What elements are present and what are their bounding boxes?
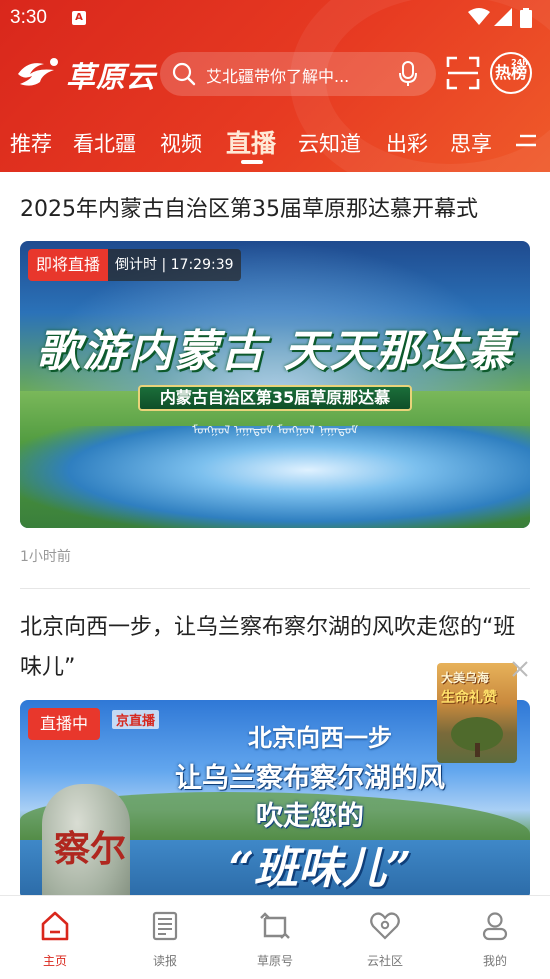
- nav-caoyuanhao[interactable]: 草原号: [220, 896, 330, 979]
- close-icon[interactable]: [511, 660, 529, 678]
- status-bar: 3:30 A: [0, 0, 550, 36]
- logo-swoosh-icon: [18, 58, 58, 86]
- active-tab-indicator: [241, 160, 263, 164]
- nav-newspaper[interactable]: 读报: [110, 896, 220, 979]
- live-now-label: 直播中: [28, 708, 101, 740]
- status-time: 3:30: [10, 7, 47, 28]
- community-heart-icon: [370, 912, 400, 940]
- home-icon: [41, 911, 69, 941]
- live-poster[interactable]: 歌游内蒙古 天天那达慕 内蒙古自治区第35届草原那达慕 ᠮᠣᠩᠭᠣᠯ ᠨᠠᠭᠠᠳ…: [20, 241, 530, 528]
- ad-line-1: 大美乌海: [441, 671, 490, 685]
- nav-home[interactable]: 主页: [0, 896, 110, 979]
- notification-icon: A: [72, 11, 86, 25]
- poster-headline: 歌游内蒙古 天天那达慕: [36, 326, 514, 377]
- app-header: 3:30 A 草原云 艾北疆带你了解中... 热榜 24h 推荐 看北疆 视频 …: [0, 0, 550, 172]
- nav-label: 草原号: [256, 954, 293, 968]
- poster-ribbon: 内蒙古自治区第35届草原那达慕: [138, 385, 412, 411]
- tab-live[interactable]: 直播: [226, 124, 276, 160]
- bottom-navigation: 主页 读报 草原号 云社区 我的: [0, 895, 550, 979]
- live-badge: 即将直播 倒计时 | 17:29:39: [28, 249, 241, 281]
- poster-line-4: “班味儿”: [228, 843, 412, 894]
- nav-label: 主页: [42, 954, 67, 968]
- logo-text: 草原云: [66, 60, 157, 94]
- scan-icon[interactable]: [446, 56, 480, 90]
- upcoming-live-label: 即将直播: [28, 249, 109, 281]
- tab-kanbeijiang[interactable]: 看北疆: [73, 128, 136, 158]
- poster-line-3: 吹走您的: [256, 801, 364, 832]
- live-badge: 直播中: [28, 708, 101, 740]
- tab-recommend[interactable]: 推荐: [10, 128, 52, 158]
- newspaper-icon: [152, 911, 178, 941]
- tab-sixiang[interactable]: 思享: [450, 128, 492, 158]
- nav-label: 读报: [152, 954, 177, 968]
- nav-label: 云社区: [366, 954, 403, 968]
- hot-list-24h: 24h: [511, 58, 528, 67]
- nav-profile[interactable]: 我的: [440, 896, 550, 979]
- live-feed[interactable]: 2025年内蒙古自治区第35届草原那达慕开幕式 歌游内蒙古 天天那达慕 内蒙古自…: [0, 172, 550, 895]
- battery-icon: [520, 8, 532, 28]
- ad-line-2: 生命礼赞: [441, 690, 497, 706]
- card-title[interactable]: 2025年内蒙古自治区第35届草原那达慕开幕式: [20, 190, 530, 230]
- nav-label: 我的: [482, 954, 507, 968]
- microphone-icon[interactable]: [398, 61, 418, 87]
- search-placeholder: 艾北疆带你了解中...: [206, 67, 350, 86]
- card-divider: [20, 588, 530, 589]
- channel-tabs: 推荐 看北疆 视频 直播 云知道 出彩 思享: [0, 118, 550, 172]
- user-icon: [482, 912, 508, 941]
- square-arrows-icon: [260, 912, 290, 939]
- tab-video[interactable]: 视频: [160, 128, 202, 158]
- tab-chucai[interactable]: 出彩: [386, 128, 428, 158]
- countdown-label: 倒计时 | 17:29:39: [108, 249, 241, 281]
- ad-tree-trunk: [475, 743, 480, 757]
- poster-mongolian-script: ᠮᠣᠩᠭᠣᠯ ᠨᠠᠭᠠᠳᠤᠮ ᠮᠣᠩᠭᠣᠯ ᠨᠠᠭᠠᠳᠤᠮ: [192, 423, 358, 437]
- app-logo[interactable]: 草原云: [14, 52, 157, 94]
- tab-yunzhidao[interactable]: 云知道: [298, 128, 361, 158]
- search-icon: [172, 62, 196, 86]
- signal-icon: [494, 8, 512, 26]
- more-channels-icon[interactable]: [516, 133, 538, 149]
- nav-community[interactable]: 云社区: [330, 896, 440, 979]
- floating-ad[interactable]: 大美乌海 生命礼赞: [437, 663, 517, 763]
- status-icons: [460, 8, 540, 28]
- wifi-icon: [468, 8, 490, 25]
- publish-time: 1小时前: [20, 549, 71, 565]
- search-bar[interactable]: 艾北疆带你了解中...: [160, 52, 436, 96]
- hot-list-button[interactable]: 热榜 24h: [490, 52, 532, 94]
